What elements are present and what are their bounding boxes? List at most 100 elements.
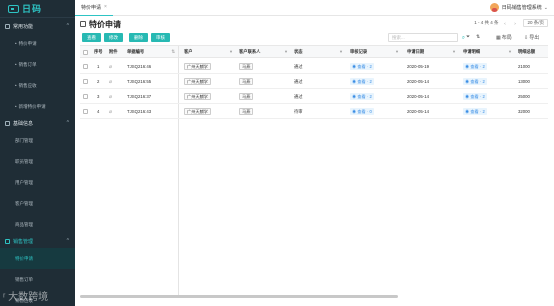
sort-icon[interactable]: ⇅ (171, 49, 175, 55)
page-size-select[interactable]: 20 条/页 (523, 19, 548, 27)
detail-view-link[interactable]: ◉ 查看 · 2 (463, 63, 487, 70)
nav-group-basic[interactable]: 基础信息 ^ (0, 117, 75, 130)
column-header-date[interactable]: 申请日期 ▾ (407, 46, 457, 58)
sidebar: 日码 常用功能 ^ 特价申请 销售订单 销售应收 新增特价申请 基础信息 ^ 部… (0, 0, 75, 306)
dropdown-icon[interactable]: ▾ (509, 49, 511, 55)
logo[interactable]: 日码 (0, 0, 75, 18)
detail-view-link[interactable]: ◉ 查看 · 2 (463, 78, 487, 85)
sidebar-item-sales-order-2[interactable]: 销售订单 (0, 269, 75, 290)
logo-icon (8, 4, 19, 13)
logo-text: 日码 (22, 4, 43, 14)
table-row[interactable]: 3 ⌀ TJSQ216:37 广州天麒学 马燕 通过 ◉ 查看 · 2 2020-05-14 ◉… (80, 89, 548, 104)
dropdown-icon[interactable]: ▾ (396, 49, 398, 55)
column-header-doc-no[interactable]: 单据编号 ⇅ (127, 46, 177, 58)
header-checkbox-cell[interactable] (83, 46, 88, 58)
sort-icon[interactable]: ⇅ (476, 34, 480, 40)
sidebar-item-departments[interactable]: 部门管理 (0, 130, 75, 151)
table-header: 序号 附件 单据编号 ⇅ 客户 ▾ 客户联系人 ▾ 状态 ▾ 审核记录 ▾ 申请… (80, 46, 548, 58)
customer-tag[interactable]: 广州天麒学 (184, 108, 211, 115)
audit-view-link[interactable]: ◉ 查看 · 2 (350, 93, 374, 100)
row-checkbox[interactable] (83, 64, 88, 69)
table-row[interactable]: 4 ⌀ TJSQ216:43 广州天麒学 马燕 待审 ◉ 查看 · 0 2020-05-14 ◉… (80, 104, 548, 119)
sidebar-item-products[interactable]: 商品管理 (0, 214, 75, 235)
table-row[interactable]: 2 ⌀ TJSQ216:55 广州天麒学 马燕 通过 ◉ 查看 · 2 2020-05-14 ◉… (80, 74, 548, 89)
sidebar-item-receivables[interactable]: 销售应收 (0, 75, 75, 96)
sidebar-item-staff[interactable]: 职员管理 (0, 151, 75, 172)
data-table: 序号 附件 单据编号 ⇅ 客户 ▾ 客户联系人 ▾ 状态 ▾ 审核记录 ▾ 申请… (80, 45, 548, 298)
audit-view-link[interactable]: ◉ 查看 · 0 (350, 108, 374, 115)
customer-tag[interactable]: 广州天麒学 (184, 63, 211, 70)
customer-tag[interactable]: 广州天麒学 (184, 78, 211, 85)
user-menu[interactable]: 日码销售管理系统 ⌄ (489, 3, 548, 12)
audit-view-link[interactable]: ◉ 查看 · 2 (350, 78, 374, 85)
layout-label: 布局 (501, 35, 512, 41)
sidebar-item-users[interactable]: 用户管理 (0, 172, 75, 193)
total-cell: 13000 (518, 79, 530, 84)
detail-cell: ◉ 查看 · 2 (463, 59, 487, 74)
sidebar-item-customers[interactable]: 客户管理 (0, 193, 75, 214)
sidebar-item-special-price[interactable]: 特价申请 (0, 33, 75, 54)
column-header-audit-log[interactable]: 审核记录 ▾ (350, 46, 400, 58)
contact-tag[interactable]: 马燕 (239, 78, 254, 85)
nav-group-sales[interactable]: 销售管理 ^ (0, 235, 75, 248)
doc-no-cell: TJSQ216:37 (127, 94, 152, 99)
paperclip-icon[interactable]: ⌀ (109, 89, 112, 104)
column-header-status[interactable]: 状态 ▾ (294, 46, 344, 58)
customer-cell: 广州天麒学 (184, 74, 211, 89)
row-checkbox[interactable] (83, 109, 88, 114)
next-page-button[interactable]: › (511, 20, 518, 27)
row-checkbox[interactable] (83, 79, 88, 84)
column-header-customer[interactable]: 客户 ▾ (184, 46, 234, 58)
chevron-up-icon: ^ (66, 238, 69, 244)
column-header-contact[interactable]: 客户联系人 ▾ (239, 46, 289, 58)
row-checkbox-cell[interactable] (83, 59, 88, 74)
row-checkbox-cell[interactable] (83, 89, 88, 104)
search-input[interactable]: 搜索... ⌕ (388, 33, 465, 42)
status-cell: 通过 (294, 93, 303, 99)
contact-tag[interactable]: 马燕 (239, 108, 254, 115)
sidebar-item-special-price-active[interactable]: 特价申请 (0, 248, 75, 269)
filter-icon[interactable]: ⏷ (466, 34, 470, 40)
row-checkbox-cell[interactable] (83, 74, 88, 89)
nav-group-common[interactable]: 常用功能 ^ (0, 20, 75, 33)
audit-button[interactable]: 审核 (151, 33, 170, 42)
view-button[interactable]: 查看 (82, 33, 101, 42)
row-index: 3 (97, 94, 100, 99)
dropdown-icon[interactable]: ▾ (453, 49, 455, 55)
audit-view-link[interactable]: ◉ 查看 · 2 (350, 63, 374, 70)
search-icon[interactable]: ⌕ (462, 35, 465, 42)
dropdown-icon[interactable]: ▾ (340, 49, 342, 55)
customer-tag[interactable]: 广州天麒学 (184, 93, 211, 100)
contact-tag[interactable]: 马燕 (239, 93, 254, 100)
paperclip-icon[interactable]: ⌀ (109, 104, 112, 119)
dropdown-icon[interactable]: ▾ (285, 49, 287, 55)
row-checkbox-cell[interactable] (83, 104, 88, 119)
tab-special-price[interactable]: 特价申请 × (75, 0, 113, 16)
delete-button[interactable]: 删除 (129, 33, 148, 42)
page-header: 特价申请 1 - 4 共 4 条 ‹ › 20 条/页 (80, 18, 548, 30)
sidebar-item-new-special-price[interactable]: 新增特价申请 (0, 96, 75, 117)
paperclip-icon[interactable]: ⌀ (109, 74, 112, 89)
contact-tag[interactable]: 马燕 (239, 63, 254, 70)
contact-cell: 马燕 (239, 59, 254, 74)
table-row[interactable]: 1 ⌀ TJSQ216:46 广州天麒学 马燕 通过 ◉ 查看 · 2 2020-05-19 ◉… (80, 59, 548, 74)
detail-view-link[interactable]: ◉ 查看 · 2 (463, 93, 487, 100)
paperclip-icon[interactable]: ⌀ (109, 59, 112, 74)
nav-group-label: 常用功能 (13, 24, 34, 30)
layout-button[interactable]: ▦ 布局 (496, 34, 512, 42)
prev-page-button[interactable]: ‹ (501, 20, 508, 27)
column-header-detail[interactable]: 申请明细 ▾ (463, 46, 513, 58)
row-checkbox[interactable] (83, 94, 88, 99)
horizontal-scrollbar[interactable] (80, 295, 398, 298)
export-button[interactable]: ⇩ 导出 (524, 34, 539, 42)
grid-icon (5, 239, 10, 244)
row-index: 1 (97, 64, 100, 69)
detail-view-link[interactable]: ◉ 查看 · 2 (463, 108, 487, 115)
close-icon[interactable]: × (104, 4, 107, 10)
edit-button[interactable]: 修改 (104, 33, 123, 42)
column-header-index: 序号 (94, 49, 103, 54)
pagination: 1 - 4 共 4 条 ‹ › 20 条/页 (474, 19, 548, 27)
select-all-checkbox[interactable] (83, 49, 88, 55)
dropdown-icon[interactable]: ▾ (230, 49, 232, 55)
sidebar-item-sales-order[interactable]: 销售订单 (0, 54, 75, 75)
